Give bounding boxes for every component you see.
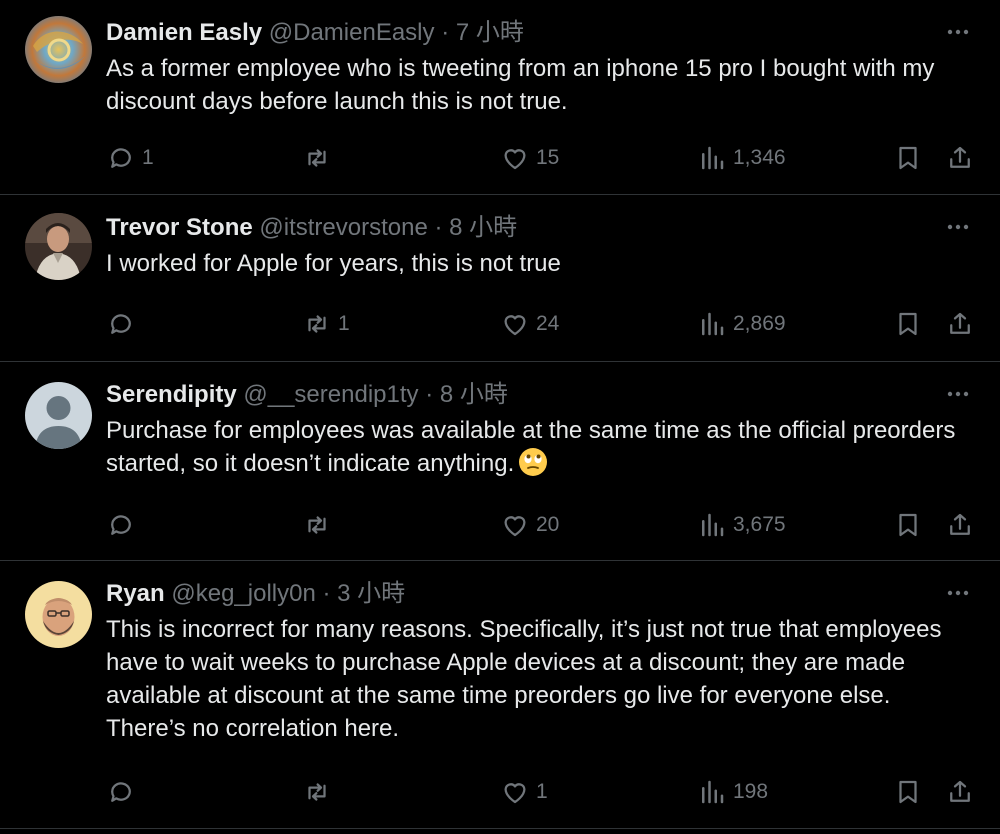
tweet-text: As a former employee who is tweeting fro… [106,55,935,115]
retweet-icon [308,783,326,801]
author-handle[interactable]: @keg_jolly0n [171,580,315,607]
bookmark-icon [899,513,917,537]
author-handle[interactable]: @__serendip1ty [243,381,418,408]
analytics-icon [702,146,724,170]
action-bar: 1 198 [0,772,1000,812]
action-bar: 20 3,675 [0,505,1000,545]
retweet-count: 1 [338,312,350,335]
author-name[interactable]: Serendipity [106,381,237,408]
more-options-icon[interactable] [944,18,972,46]
timestamp[interactable]: 3 小時 [337,580,405,607]
bookmark-button[interactable] [893,304,923,344]
reply-icon [111,515,131,535]
like-count: 1 [536,780,548,803]
tweet[interactable]: Damien Easly @DamienEasly · 7 小時 As a fo… [0,0,1000,195]
tweet[interactable]: Trevor Stone @itstrevorstone · 8 小時 I wo… [0,195,1000,362]
share-button[interactable] [945,772,975,812]
author-name[interactable]: Trevor Stone [106,214,253,241]
separator-dot: · [322,580,331,607]
like-count: 24 [536,312,560,335]
views-button[interactable]: 2,869 [697,304,786,344]
heart-icon [504,149,526,170]
tweet-text: This is incorrect for many reasons. Spec… [106,616,942,742]
bookmark-icon [899,780,917,804]
timestamp[interactable]: 8 小時 [449,214,517,241]
separator-dot: · [441,19,450,46]
share-icon [950,513,970,535]
share-icon [950,146,970,168]
timestamp[interactable]: 7 小時 [456,19,524,46]
bookmark-icon [899,146,917,170]
retweet-icon [308,516,326,534]
reply-timeline: Damien Easly @DamienEasly · 7 小時 As a fo… [0,0,1000,829]
share-button[interactable] [945,138,975,178]
like-count: 20 [536,513,560,536]
heart-icon [504,516,526,537]
like-count: 15 [536,146,560,169]
more-options-icon[interactable] [944,579,972,607]
tweet[interactable]: Ryan @keg_jolly0n · 3 小時 This is incorre… [0,561,1000,829]
view-count: 198 [733,780,769,803]
timestamp[interactable]: 8 小時 [440,381,508,408]
separator-dot: · [425,381,434,408]
more-options-icon[interactable] [944,213,972,241]
rolling-eyes-emoji-icon [519,448,548,476]
view-count: 3,675 [733,513,786,536]
separator-dot: · [434,214,443,241]
author-handle[interactable]: @DamienEasly [269,19,435,46]
heart-icon [504,315,526,336]
bookmark-icon [899,312,917,336]
author-handle[interactable]: @itstrevorstone [259,214,427,241]
retweet-icon [308,149,326,167]
avatar[interactable] [25,382,92,449]
like-button[interactable]: 15 [500,138,559,178]
analytics-icon [702,513,724,537]
bookmark-button[interactable] [893,505,923,545]
analytics-icon [702,312,724,336]
author-name[interactable]: Ryan [106,580,165,607]
more-options-icon[interactable] [944,380,972,408]
like-button[interactable]: 24 [500,304,559,344]
tweet[interactable]: Serendipity @__serendip1ty · 8 小時 Purcha… [0,362,1000,561]
retweet-button[interactable] [302,505,338,545]
reply-count: 1 [142,146,154,169]
reply-icon [111,782,131,802]
avatar[interactable] [25,581,92,648]
reply-button[interactable] [106,304,142,344]
author-name[interactable]: Damien Easly [106,19,262,46]
reply-icon [111,314,131,334]
heart-icon [504,783,526,804]
avatar[interactable] [25,16,92,83]
action-bar: 1 15 1,346 [0,138,1000,178]
analytics-icon [702,780,724,804]
views-button[interactable]: 1,346 [697,138,786,178]
retweet-button[interactable] [302,138,338,178]
bookmark-button[interactable] [893,772,923,812]
tweet-text: I worked for Apple for years, this is no… [106,250,561,277]
like-button[interactable]: 20 [500,505,559,545]
reply-button[interactable] [106,505,142,545]
reply-icon [111,148,131,168]
bookmark-button[interactable] [893,138,923,178]
share-button[interactable] [945,505,975,545]
retweet-icon [308,315,326,333]
reply-button[interactable] [106,772,142,812]
reply-button[interactable]: 1 [106,138,154,178]
retweet-button[interactable] [302,772,338,812]
share-button[interactable] [945,304,975,344]
avatar[interactable] [25,213,92,280]
share-icon [950,780,970,802]
like-button[interactable]: 1 [500,772,548,812]
tweet-text: Purchase for employees was available at … [106,417,956,477]
retweet-button[interactable]: 1 [302,304,350,344]
views-button[interactable]: 198 [697,772,768,812]
action-bar: 1 24 2,869 [0,304,1000,344]
view-count: 1,346 [733,146,786,169]
views-button[interactable]: 3,675 [697,505,786,545]
share-icon [950,312,970,334]
view-count: 2,869 [733,312,786,335]
